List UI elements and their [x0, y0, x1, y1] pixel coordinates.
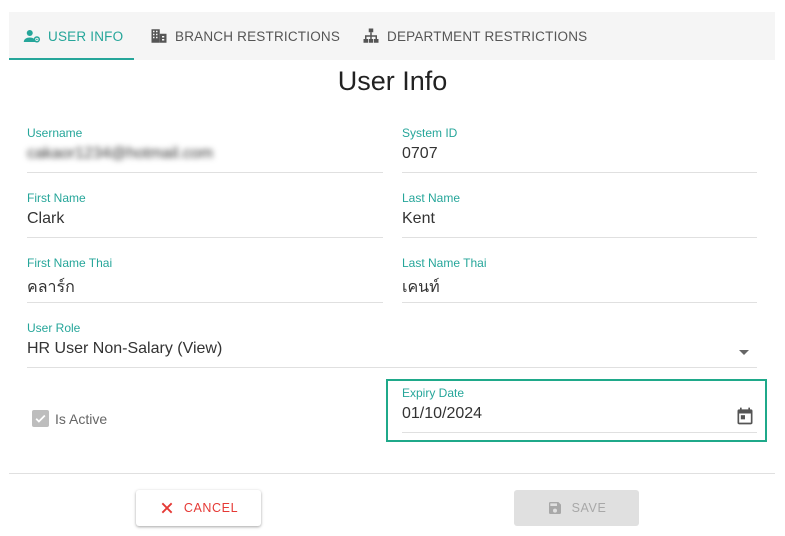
last-name-label: Last Name: [402, 191, 461, 205]
first-name-thai-field[interactable]: First Name Thai คลาร์ก: [27, 256, 383, 303]
is-active-label: Is Active: [55, 410, 108, 427]
first-name-label: First Name: [27, 191, 86, 205]
sitemap-icon: [362, 27, 380, 45]
divider: [9, 473, 775, 474]
first-name-value: Clark: [27, 210, 65, 227]
last-name-thai-field[interactable]: Last Name Thai เคนท์: [402, 256, 757, 303]
checkbox-checked-icon[interactable]: [32, 410, 49, 427]
last-name-field[interactable]: Last Name Kent: [402, 191, 757, 238]
calendar-icon[interactable]: [735, 406, 755, 426]
user-role-select[interactable]: User Role HR User Non-Salary (View): [27, 321, 757, 368]
first-name-field[interactable]: First Name Clark: [27, 191, 383, 238]
cancel-button[interactable]: CANCEL: [136, 490, 261, 526]
expiry-date-field[interactable]: Expiry Date 01/10/2024: [402, 386, 757, 433]
user-role-value: HR User Non-Salary (View): [27, 340, 223, 357]
first-name-thai-value: คลาร์ก: [27, 279, 75, 296]
username-label: Username: [27, 126, 83, 140]
last-name-thai-value: เคนท์: [402, 279, 440, 296]
tab-user-info[interactable]: USER INFO: [9, 12, 134, 60]
system-id-label: System ID: [402, 126, 458, 140]
tab-user-info-label: USER INFO: [48, 28, 124, 44]
save-button[interactable]: SAVE: [514, 490, 639, 526]
expiry-date-value: 01/10/2024: [402, 405, 483, 422]
tab-department-restrictions[interactable]: DEPARTMENT RESTRICTIONS: [346, 12, 587, 60]
tab-branch-restrictions-label: BRANCH RESTRICTIONS: [175, 28, 341, 44]
close-icon: [159, 500, 175, 516]
system-id-value: 0707: [402, 145, 438, 162]
user-settings-icon: [23, 27, 41, 45]
page-title: User Info: [337, 66, 448, 96]
dropdown-arrow-icon[interactable]: [739, 350, 749, 355]
building-icon: [150, 27, 168, 45]
username-value: cakaor1234@hotmail.com: [27, 145, 214, 162]
is-active-checkbox[interactable]: Is Active: [32, 410, 107, 427]
tab-bar: USER INFO BRANCH RESTRICTIONS DEPARTMENT…: [9, 12, 775, 60]
last-name-thai-label: Last Name Thai: [402, 256, 487, 270]
username-field[interactable]: Username cakaor1234@hotmail.com: [27, 126, 383, 173]
tab-department-restrictions-label: DEPARTMENT RESTRICTIONS: [387, 28, 588, 44]
first-name-thai-label: First Name Thai: [27, 256, 113, 270]
expiry-date-label: Expiry Date: [402, 386, 465, 400]
save-button-label: SAVE: [571, 501, 607, 515]
last-name-value: Kent: [402, 210, 435, 227]
cancel-button-label: CANCEL: [183, 501, 239, 515]
system-id-field[interactable]: System ID 0707: [402, 126, 757, 173]
save-icon: [547, 500, 563, 516]
user-role-label: User Role: [27, 321, 81, 335]
tab-branch-restrictions[interactable]: BRANCH RESTRICTIONS: [134, 12, 346, 60]
